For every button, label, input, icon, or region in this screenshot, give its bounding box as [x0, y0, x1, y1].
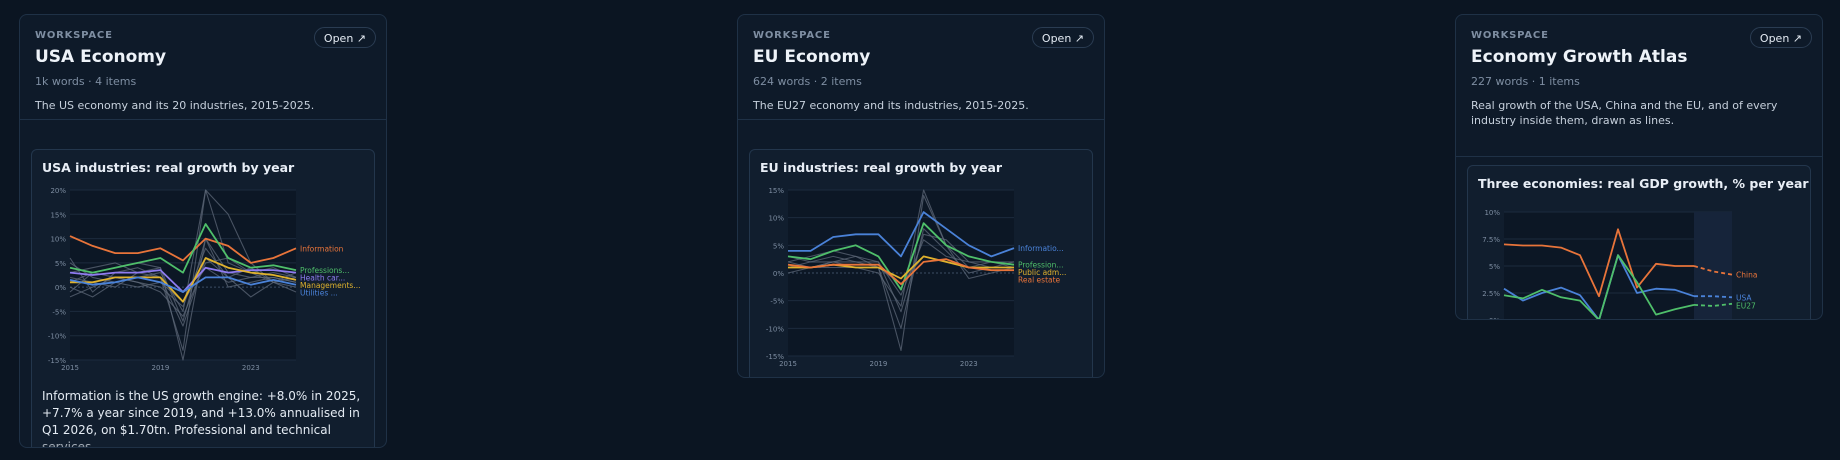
workspace-meta: 624 words · 2 items	[753, 75, 862, 88]
series-label: EU27	[1736, 301, 1756, 310]
series-label: Informatio...	[1018, 244, 1064, 253]
line-chart: 10%7.5%5%2.5%0%ChinaUSAEU27	[1482, 209, 1757, 320]
x-tick-label: 2023	[242, 364, 260, 372]
y-tick-label: 2.5%	[1482, 290, 1500, 298]
chart-title: EU industries: real growth by year	[760, 160, 1003, 175]
y-tick-label: 15%	[768, 187, 784, 195]
series-label: Information	[300, 244, 344, 253]
card-divider	[738, 119, 1104, 120]
y-tick-label: -10%	[766, 325, 784, 333]
chart-title: Three economies: real GDP growth, % per …	[1478, 176, 1809, 191]
y-tick-label: 20%	[50, 187, 66, 195]
card-divider	[1456, 156, 1822, 157]
series-label: Real estate	[1018, 276, 1061, 285]
card-divider	[20, 119, 386, 120]
chart-panel: EU industries: real growth by year 15% 10…	[749, 149, 1093, 377]
series-label: China	[1736, 271, 1757, 280]
open-workspace-button[interactable]: Open ↗	[1031, 27, 1094, 48]
y-tick-label: -10%	[48, 333, 66, 341]
y-tick-label: 0%	[1489, 317, 1500, 320]
open-workspace-button[interactable]: Open ↗	[1749, 27, 1812, 48]
workspace-meta: 227 words · 1 items	[1471, 75, 1580, 88]
y-tick-label: 5%	[55, 260, 66, 268]
workspace-card-usa[interactable]: WORKSPACE USA Economy 1k words · 4 items…	[19, 14, 387, 448]
y-tick-label: 15%	[50, 211, 66, 219]
workspace-card-eu[interactable]: WORKSPACE EU Economy 624 words · 2 items…	[737, 14, 1105, 378]
y-tick-label: 0%	[773, 270, 784, 278]
series-label: Utilities ...	[300, 289, 338, 298]
x-tick-label: 2019	[869, 360, 887, 368]
workspace-title: USA Economy	[35, 47, 167, 67]
workspace-card-atlas[interactable]: WORKSPACE Economy Growth Atlas 227 words…	[1455, 14, 1823, 320]
chart-title: USA industries: real growth by year	[42, 160, 295, 175]
y-tick-label: 10%	[50, 236, 66, 244]
y-tick-label: 10%	[768, 215, 784, 223]
line-chart: 20%15%10%5%0%-5%-10%-15%2015 2019 2023Info…	[48, 187, 361, 372]
chart-panel: Three economies: real GDP growth, % per …	[1467, 165, 1811, 320]
x-tick-label: 2015	[61, 364, 79, 372]
y-tick-label: -5%	[52, 308, 66, 316]
workspace-title: EU Economy	[753, 47, 871, 67]
workspace-description: The EU27 economy and its industries, 201…	[753, 99, 1029, 112]
y-tick-label: 5%	[773, 242, 784, 250]
y-tick-label: 10%	[1484, 209, 1500, 217]
workspace-description: Real growth of the USA, China and the EU…	[1471, 99, 1778, 127]
chart-panel: USA industries: real growth by year 20% 1…	[31, 149, 375, 447]
open-workspace-button[interactable]: Open ↗	[313, 27, 376, 48]
x-tick-label: 2019	[151, 364, 169, 372]
y-tick-label: 0%	[55, 284, 66, 292]
y-tick-label: 7.5%	[1482, 236, 1500, 244]
x-tick-label: 2015	[779, 360, 797, 368]
text-fade	[32, 438, 374, 447]
workspace-description: The US economy and its 20 industries, 20…	[35, 99, 315, 112]
workspace-title: Economy Growth Atlas	[1471, 47, 1688, 67]
workspace-meta: 1k words · 4 items	[35, 75, 137, 88]
forecast-band	[1694, 212, 1732, 319]
y-tick-label: 5%	[1489, 263, 1500, 271]
line-chart: 15%10%5%0%-5%-10%-15%2015 2019 2023Informa…	[766, 187, 1067, 368]
y-tick-label: -5%	[770, 298, 784, 306]
x-tick-label: 2023	[960, 360, 978, 368]
